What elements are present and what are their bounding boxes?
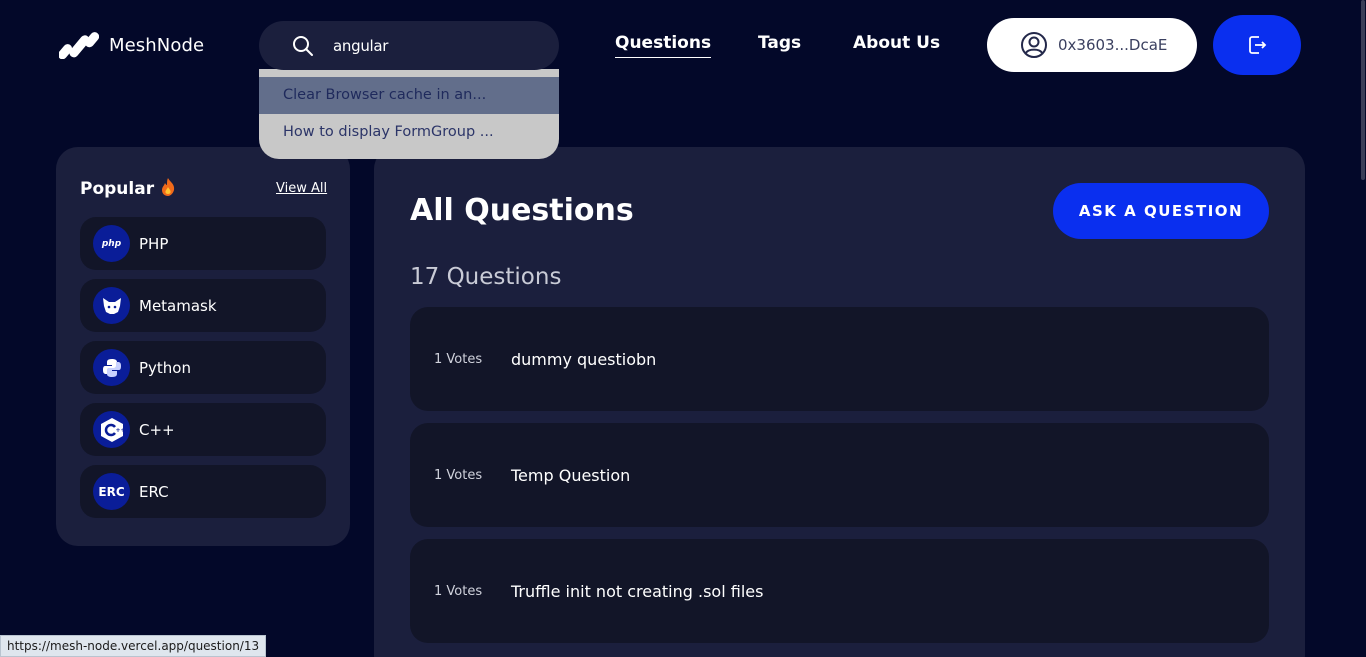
question-count: 17 Questions: [410, 264, 562, 290]
tag-label: Metamask: [139, 296, 217, 315]
search-bar[interactable]: [259, 21, 559, 70]
wallet-address: 0x3603...DcaE: [1058, 36, 1168, 54]
tag-item-metamask[interactable]: Metamask: [80, 279, 326, 332]
nav-questions[interactable]: Questions: [615, 33, 712, 58]
popular-heading: Popular: [80, 177, 176, 199]
page: MeshNode Clear Browser cache in an... Ho…: [0, 0, 1366, 657]
popular-tags-panel: Popular View All php PHP Metamask Python…: [56, 147, 350, 546]
nav-tags[interactable]: Tags: [758, 33, 801, 53]
question-title[interactable]: Truffle init not creating .sol files: [511, 582, 763, 601]
suggestion-item[interactable]: How to display FormGroup ...: [259, 114, 559, 151]
brand-logo[interactable]: MeshNode: [59, 31, 204, 59]
view-all-link[interactable]: View All: [276, 181, 327, 196]
question-title[interactable]: Temp Question: [511, 466, 630, 485]
page-scrollbar[interactable]: [1360, 0, 1366, 657]
search-icon: [293, 35, 313, 56]
tag-label: ERC: [139, 482, 169, 501]
question-card[interactable]: 1 Votes dummy questiobn: [410, 307, 1269, 411]
search-input[interactable]: [333, 36, 523, 55]
suggestion-item[interactable]: Clear Browser cache in an...: [259, 77, 559, 114]
nav-about-us[interactable]: About Us: [853, 33, 940, 53]
popular-title: Popular: [80, 179, 155, 199]
question-card[interactable]: 1 Votes Truffle init not creating .sol f…: [410, 539, 1269, 643]
ask-question-button[interactable]: ASK A QUESTION: [1053, 183, 1269, 239]
svg-text:++: ++: [115, 427, 124, 434]
fire-icon: [162, 178, 175, 196]
tag-item-php[interactable]: php PHP: [80, 217, 326, 270]
question-title[interactable]: dummy questiobn: [511, 350, 656, 369]
python-icon: [93, 349, 130, 386]
user-circle-icon: [1021, 32, 1047, 58]
question-card[interactable]: 1 Votes Temp Question: [410, 423, 1269, 527]
page-title: All Questions: [410, 193, 634, 228]
question-votes: 1 Votes: [434, 583, 483, 599]
scrollbar-thumb[interactable]: [1361, 0, 1365, 180]
php-icon: php: [93, 225, 130, 262]
status-url: https://mesh-node.vercel.app/question/13: [0, 635, 267, 657]
logout-button[interactable]: [1213, 15, 1301, 75]
cplusplus-icon: ++: [93, 411, 130, 448]
tag-item-python[interactable]: Python: [80, 341, 326, 394]
wallet-button[interactable]: 0x3603...DcaE: [987, 18, 1197, 72]
tag-label: Python: [139, 358, 191, 377]
search-suggestions: Clear Browser cache in an... How to disp…: [259, 69, 559, 159]
brand-name: MeshNode: [109, 34, 205, 56]
meshnode-logo-icon: [59, 32, 99, 59]
tag-label: C++: [139, 420, 175, 439]
erc-icon: ERC: [93, 473, 130, 510]
question-votes: 1 Votes: [434, 351, 483, 367]
metamask-icon: [93, 287, 130, 324]
question-votes: 1 Votes: [434, 467, 483, 483]
tag-label: PHP: [139, 234, 169, 253]
questions-panel: All Questions ASK A QUESTION 17 Question…: [374, 147, 1305, 657]
tag-item-erc[interactable]: ERC ERC: [80, 465, 326, 518]
tag-item-cplusplus[interactable]: ++ C++: [80, 403, 326, 456]
logout-icon: [1249, 36, 1267, 54]
